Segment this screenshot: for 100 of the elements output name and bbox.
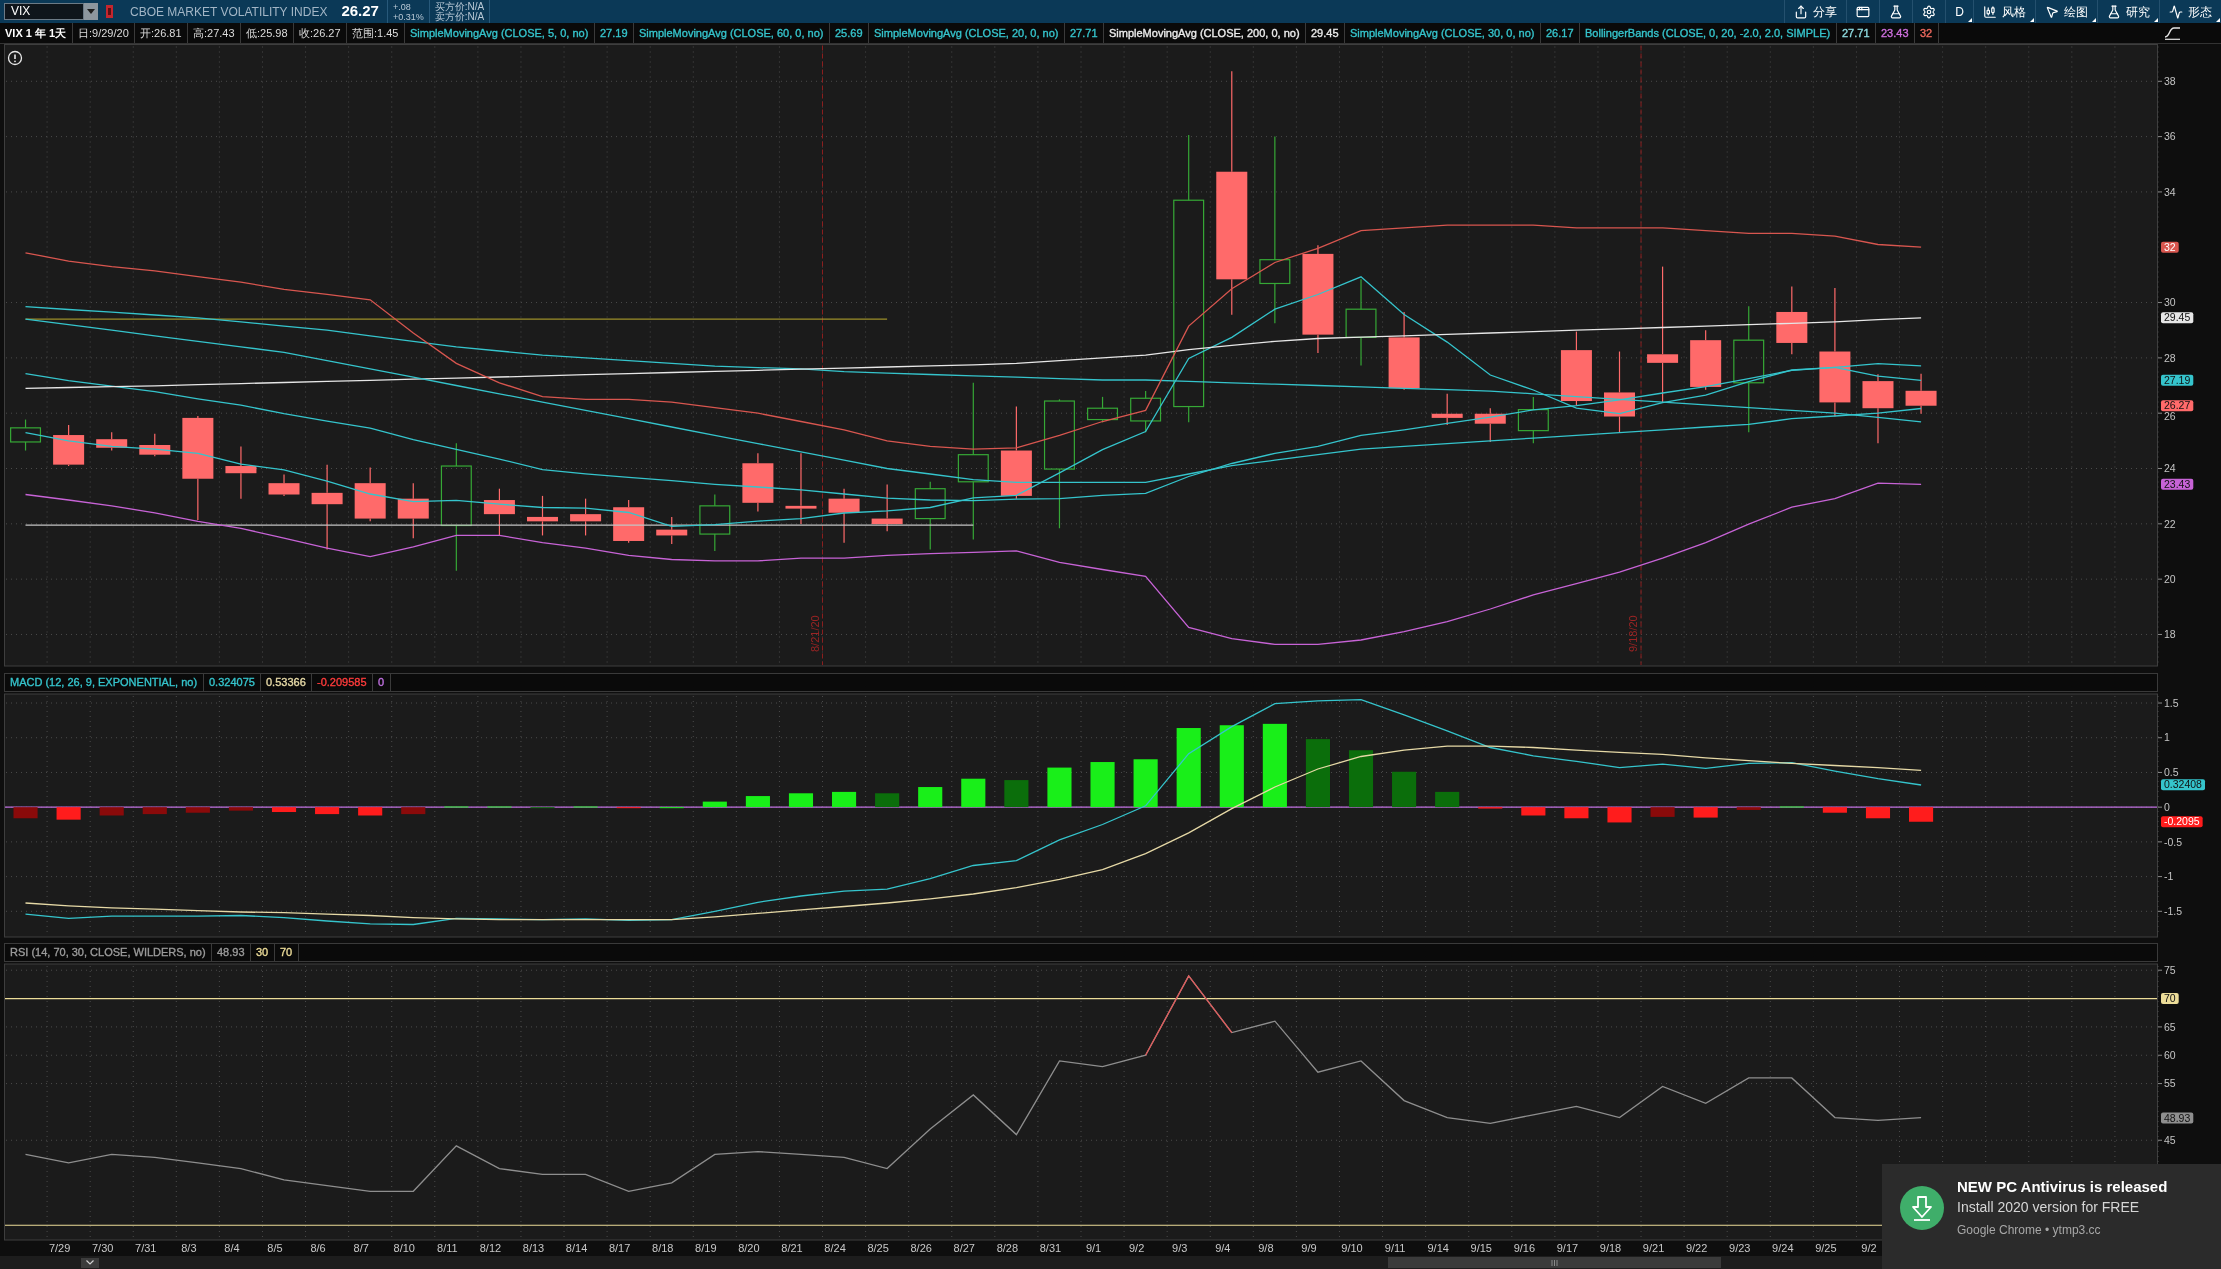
axis-tick-label: 36 xyxy=(2164,130,2176,143)
value-badge: 48.93 xyxy=(2161,1111,2194,1124)
price-field: 范围:1.45 xyxy=(352,25,399,41)
notification-source: Google Chrome • ytmp3.cc xyxy=(1957,1222,2102,1238)
date-axis-label: 8/13 xyxy=(522,1242,545,1254)
candlestick xyxy=(656,516,688,545)
price-field: 低:25.98 xyxy=(246,25,288,41)
date-axis-label: 8/31 xyxy=(1039,1242,1062,1254)
date-axis-label: 8/5 xyxy=(267,1242,283,1254)
value-badge: 26.27 xyxy=(2161,399,2194,412)
date-axis-label: 7/29 xyxy=(48,1242,71,1254)
last-price: 26.27 xyxy=(341,1,379,22)
date-axis-label: 9/2 xyxy=(1861,1242,1877,1254)
curve-icon[interactable] xyxy=(2164,26,2181,40)
value-badge: 70 xyxy=(2161,992,2179,1005)
date-axis-label: 9/9 xyxy=(1301,1242,1317,1254)
percent-change: +0.31% xyxy=(392,11,424,22)
axis-tick-label: 1 xyxy=(2164,731,2170,744)
price-field: 开:26.81 xyxy=(140,25,182,41)
date-axis-label: 9/4 xyxy=(1215,1242,1231,1254)
study-name: MACD (12, 26, 9, EXPONENTIAL, no) xyxy=(10,675,198,691)
grip-icon xyxy=(1551,1259,1558,1266)
candlestick xyxy=(1431,393,1463,426)
date-axis-label: 8/19 xyxy=(695,1242,717,1254)
candlestick xyxy=(139,433,171,457)
date-axis-label: 9/21 xyxy=(1642,1242,1665,1254)
candlestick xyxy=(699,493,731,552)
study-name[interactable]: SimpleMovingAvg (CLOSE, 60, 0, no) xyxy=(639,25,824,41)
date-axis-label: 9/8 xyxy=(1258,1242,1274,1254)
study-value: -0.209585 xyxy=(317,675,367,691)
window-icon xyxy=(1856,4,1871,19)
axis-tick-label: 55 xyxy=(2164,1077,2176,1090)
candlestick xyxy=(1087,396,1119,423)
axis-tick-label: 26 xyxy=(2164,409,2176,422)
candlestick xyxy=(1862,373,1894,444)
date-axis-label: 8/12 xyxy=(479,1242,502,1254)
date-axis-label: 9/24 xyxy=(1772,1242,1794,1254)
price-field: 日:9/29/20 xyxy=(78,25,129,41)
net-change: +.08 xyxy=(392,1,412,12)
ask-price: 卖方价:N/A xyxy=(434,11,485,22)
candlestick xyxy=(96,431,128,452)
value-badge: 23.43 xyxy=(2161,478,2194,490)
date-axis-label: 9/22 xyxy=(1685,1242,1708,1254)
axis-tick-label: 20 xyxy=(2164,572,2176,585)
candlestick xyxy=(828,488,860,544)
alert-icon[interactable] xyxy=(7,50,23,66)
date-axis-label: 8/26 xyxy=(910,1242,932,1254)
study-name[interactable]: SimpleMovingAvg (CLOSE, 5, 0, no) xyxy=(410,25,589,41)
cursor-icon xyxy=(2045,4,2059,19)
study-value: 23.43 xyxy=(1881,26,1909,41)
candlestick xyxy=(53,424,85,467)
date-axis-label: 9/14 xyxy=(1427,1242,1449,1254)
candlestick xyxy=(268,474,300,497)
study-value: 29.45 xyxy=(1311,26,1339,41)
date-axis-label: 9/11 xyxy=(1384,1242,1406,1254)
study-value: 0.53366 xyxy=(266,675,306,691)
value-badge: 27.19 xyxy=(2161,374,2194,386)
collapse-button[interactable] xyxy=(81,1257,99,1268)
candlestick xyxy=(1905,373,1937,415)
study-value: 48.93 xyxy=(217,945,245,961)
expiration-date-label: 8/21/20 xyxy=(808,615,821,652)
candlestick xyxy=(1130,390,1162,433)
study-value: 27.71 xyxy=(1842,26,1870,41)
axis-tick-label: -0.5 xyxy=(2164,835,2183,848)
candlestick xyxy=(570,498,602,537)
price-field: 收:26.27 xyxy=(299,25,341,41)
candlestick xyxy=(914,481,946,551)
bid-price: 买方价:N/A xyxy=(434,1,485,12)
study-name[interactable]: SimpleMovingAvg (CLOSE, 200, 0, no) xyxy=(1109,25,1300,41)
dropdown-button[interactable] xyxy=(84,3,98,20)
candlestick xyxy=(10,418,42,452)
date-axis-label: 8/3 xyxy=(181,1242,197,1254)
study-value: 30 xyxy=(256,945,269,961)
date-axis-label: 8/10 xyxy=(393,1242,415,1254)
axis-tick-label: -1.5 xyxy=(2164,905,2183,917)
study-value: 25.69 xyxy=(835,26,863,41)
study-value: 27.71 xyxy=(1070,26,1098,41)
date-axis-label: 8/6 xyxy=(310,1242,326,1254)
study-name[interactable]: SimpleMovingAvg (CLOSE, 20, 0, no) xyxy=(874,25,1059,41)
date-axis-label: 9/18 xyxy=(1599,1242,1622,1254)
candlestick-icon xyxy=(1983,4,1997,19)
value-badge: 29.45 xyxy=(2161,311,2194,324)
date-axis-label: 8/11 xyxy=(437,1242,458,1254)
flask-icon xyxy=(2107,4,2121,19)
axis-tick-label: 0 xyxy=(2164,800,2170,813)
axis-tick-label: -1 xyxy=(2164,870,2174,883)
price-field: 高:27.43 xyxy=(193,25,235,41)
axis-tick-label: 38 xyxy=(2164,75,2176,87)
symbol-field[interactable]: VIX xyxy=(4,3,84,20)
date-axis-label: 9/25 xyxy=(1815,1242,1837,1254)
study-name[interactable]: SimpleMovingAvg (CLOSE, 30, 0, no) xyxy=(1350,25,1535,41)
scrollbar-thumb[interactable] xyxy=(1388,1257,1721,1268)
axis-tick-label: 45 xyxy=(2164,1133,2176,1146)
study-value: 27.19 xyxy=(600,26,628,41)
date-axis-label: 8/25 xyxy=(867,1242,889,1254)
date-axis-label: 8/24 xyxy=(824,1242,846,1254)
date-axis-label: 9/17 xyxy=(1556,1242,1579,1254)
study-name[interactable]: BollingerBands (CLOSE, 0, 20, -2.0, 2.0, SIMPLE) xyxy=(1585,25,1831,41)
zigzag-icon xyxy=(2169,4,2183,19)
candlestick xyxy=(742,452,774,512)
